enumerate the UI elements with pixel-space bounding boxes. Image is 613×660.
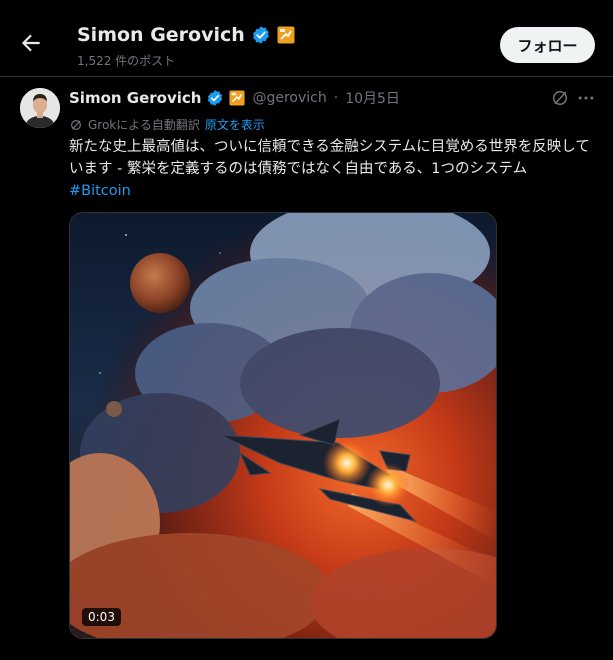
verified-badge-icon — [252, 26, 269, 44]
meta-separator: · — [333, 90, 339, 106]
post-date[interactable]: 10月5日 — [345, 88, 400, 108]
translate-icon — [71, 119, 81, 130]
verified-badge-icon — [208, 90, 223, 106]
profile-header: Simon Gerovich 1,522 件のポスト フォロー — [0, 0, 613, 76]
header-name: Simon Gerovich — [77, 24, 245, 46]
video-frame — [70, 213, 496, 638]
header-title: Simon Gerovich — [77, 24, 295, 46]
post-body: 新たな史上最高値は、ついに信頼できる金融システムに目覚める世界を反映しています … — [69, 139, 590, 177]
post-header: Simon Gerovich @gerovich · 10月5日 — [69, 88, 400, 108]
grok-icon[interactable] — [550, 88, 570, 108]
more-icon[interactable] — [576, 88, 596, 108]
hashtag-link[interactable]: #Bitcoin — [69, 183, 131, 199]
back-arrow-icon[interactable] — [18, 30, 44, 56]
author-name[interactable]: Simon Gerovich — [69, 89, 201, 107]
post-text: 新たな史上最高値は、ついに信頼できる金融システムに目覚める世界を反映しています … — [69, 136, 599, 202]
author-handle[interactable]: @gerovich — [252, 90, 326, 106]
affiliate-badge-icon — [229, 90, 246, 106]
video-media[interactable]: 0:03 — [69, 212, 497, 639]
video-duration: 0:03 — [82, 608, 121, 626]
header-divider — [0, 76, 613, 77]
show-original-link[interactable]: 原文を表示 — [205, 116, 265, 133]
translation-label: Grokによる自動翻訳 — [88, 118, 200, 132]
follow-button[interactable]: フォロー — [500, 27, 595, 63]
post-count: 1,522 件のポスト — [77, 54, 176, 68]
translation-bar: Grokによる自動翻訳 原文を表示 — [69, 116, 265, 133]
affiliate-badge-icon — [277, 26, 295, 44]
avatar[interactable] — [20, 88, 60, 128]
